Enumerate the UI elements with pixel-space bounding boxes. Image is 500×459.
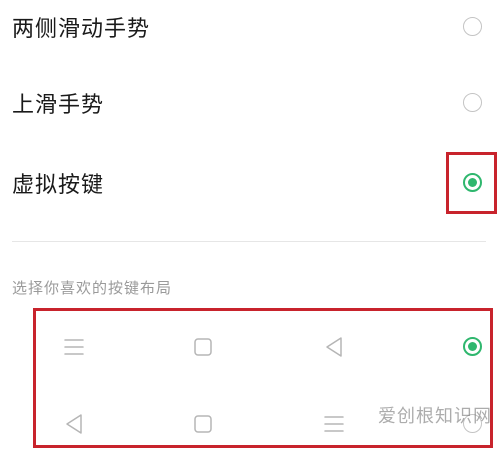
divider (12, 241, 486, 242)
option-label: 虚拟按键 (12, 173, 105, 198)
radio-button[interactable] (463, 17, 482, 36)
option-row-virtual-keys[interactable]: 虚拟按键 (0, 143, 500, 223)
highlight-box (446, 152, 497, 214)
option-label: 两侧滑动手势 (12, 17, 151, 42)
option-label: 上滑手势 (12, 93, 105, 118)
option-row-swipe-up[interactable]: 上滑手势 (0, 63, 500, 143)
radio-button[interactable] (463, 93, 482, 112)
section-header: 选择你喜欢的按键布局 (12, 279, 173, 297)
option-row-two-side-swipe[interactable]: 两侧滑动手势 (0, 0, 500, 67)
watermark: 爱创根知识网 (378, 406, 492, 427)
